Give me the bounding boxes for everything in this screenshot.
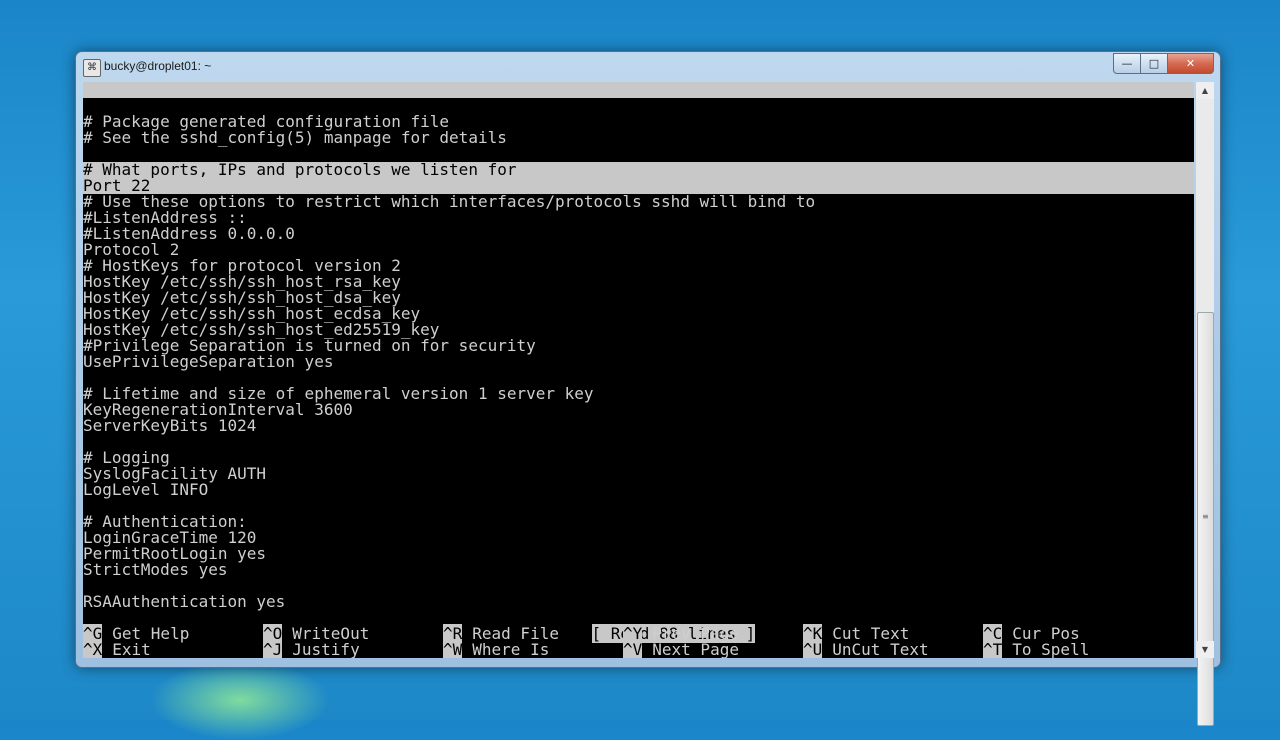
nano-header-bar: GNU nano 2.2.6 File: /etc/ssh/sshd_confi…: [83, 82, 1194, 130]
shortcut-hint: ^V Next Page: [623, 640, 739, 658]
maximize-button[interactable]: □: [1141, 53, 1168, 74]
shortcut-label: Next Page: [652, 640, 739, 658]
terminal-screen[interactable]: GNU nano 2.2.6 File: /etc/ssh/sshd_confi…: [83, 82, 1194, 658]
shortcut-label: Justify: [292, 640, 360, 658]
shortcut-hint: ^W Where Is: [443, 640, 550, 658]
shortcut-label: Where Is: [472, 640, 550, 658]
shortcut-label: To Spell: [1012, 640, 1090, 658]
scroll-down-arrow-icon[interactable]: ▼: [1196, 641, 1214, 658]
editor-line[interactable]: StrictModes yes: [83, 562, 228, 578]
window-controls: — □ ✕: [1113, 53, 1214, 74]
scroll-up-arrow-icon[interactable]: ▲: [1196, 82, 1214, 99]
shortcut-hint: ^J Justify: [263, 640, 360, 658]
shortcut-key: ^U: [803, 640, 823, 658]
window-title: bucky@droplet01: ~: [104, 59, 212, 73]
minimize-button[interactable]: —: [1113, 53, 1141, 74]
shortcut-hint: ^U UnCut Text: [803, 640, 929, 658]
editor-line[interactable]: # See the sshd_config(5) manpage for det…: [83, 130, 507, 146]
shortcut-key: ^W: [443, 640, 463, 658]
shortcut-label: Exit: [112, 640, 151, 658]
scrollbar-thumb[interactable]: ≡: [1197, 312, 1214, 726]
close-button[interactable]: ✕: [1168, 53, 1214, 74]
editor-line[interactable]: ServerKeyBits 1024: [83, 418, 256, 434]
shortcut-key: ^V: [623, 640, 643, 658]
desktop-glow: [150, 660, 330, 740]
shortcut-hint: ^T To Spell: [983, 640, 1090, 658]
title-bar[interactable]: ⌘ bucky@droplet01: ~ — □ ✕: [76, 52, 1220, 83]
putty-icon[interactable]: ⌘: [83, 59, 101, 77]
editor-line[interactable]: UsePrivilegeSeparation yes: [83, 354, 333, 370]
editor-line[interactable]: RSAAuthentication yes: [83, 594, 285, 610]
grip-icon: ≡: [1202, 512, 1209, 521]
editor-line[interactable]: LogLevel INFO: [83, 482, 208, 498]
editor-line[interactable]: # What ports, IPs and protocols we liste…: [83, 162, 1194, 178]
shortcut-key: ^T: [983, 640, 1003, 658]
shortcut-hint: ^X Exit: [83, 640, 151, 658]
shortcut-label: UnCut Text: [832, 640, 929, 658]
vertical-scrollbar[interactable]: ▲ ≡ ▼: [1195, 82, 1214, 726]
shortcut-key: ^X: [83, 640, 103, 658]
shortcut-key: ^J: [263, 640, 283, 658]
